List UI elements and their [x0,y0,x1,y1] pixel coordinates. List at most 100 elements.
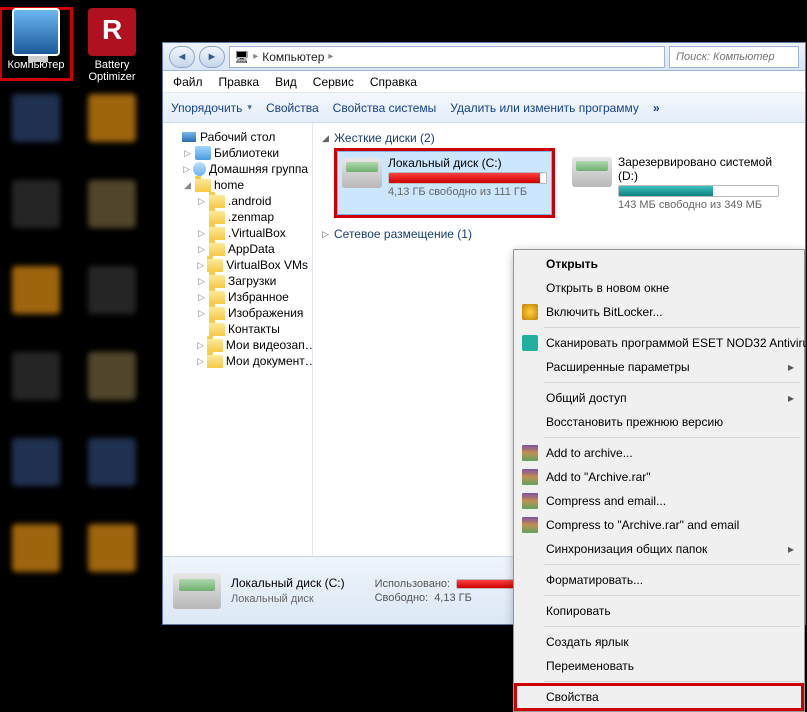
folder-icon [209,195,225,208]
system-properties-button[interactable]: Свойства системы [333,101,437,115]
tree-home[interactable]: ◢home [163,177,312,193]
desktop-icon[interactable] [0,180,72,252]
battery-optimizer-icon [88,8,136,56]
tree-folder[interactable]: ▷.android [163,193,312,209]
separator [544,564,800,565]
desktop-icon-computer[interactable]: Компьютер [0,8,72,80]
breadcrumb-segment[interactable]: Компьютер [262,50,324,64]
folder-icon [207,339,223,352]
tree-folder[interactable]: ▷.VirtualBox [163,225,312,241]
ctx-bitlocker[interactable]: Включить BitLocker... [516,300,802,324]
desktop-icon[interactable] [76,438,148,510]
menu-edit[interactable]: Правка [219,75,260,89]
explorer-window: ◄ ► 🖥 ▸ Компьютер ▸ Файл Правка Вид Серв… [162,42,806,625]
tree-folder[interactable]: .zenmap [163,209,312,225]
tree-libraries[interactable]: ▷Библиотеки [163,145,312,161]
uninstall-button[interactable]: Удалить или изменить программу [450,101,639,115]
ctx-open[interactable]: Открыть [516,252,802,276]
tree-folder[interactable]: ▷VirtualBox VMs [163,257,312,273]
separator [544,626,800,627]
homegroup-icon [193,162,206,176]
icon-label: Battery Optimizer [76,59,148,83]
search-input[interactable] [669,46,799,68]
desktop-icon[interactable] [0,266,72,338]
ctx-restore-previous[interactable]: Восстановить прежнюю версию [516,410,802,434]
ctx-eset-scan[interactable]: Сканировать программой ESET NOD32 Antivi… [516,331,802,355]
desktop-icon [181,131,197,143]
status-subtitle: Локальный диск [231,591,345,607]
tree-desktop[interactable]: Рабочий стол [163,129,312,145]
folder-icon [209,211,225,224]
drive-d[interactable]: Зарезервировано системой (D:) 143 МБ сво… [568,151,783,215]
tree-folder[interactable]: ▷AppData [163,241,312,257]
tree-downloads[interactable]: ▷Загрузки [163,273,312,289]
ctx-add-rar[interactable]: Add to "Archive.rar" [516,465,802,489]
forward-button[interactable]: ► [199,46,225,68]
ctx-open-new-window[interactable]: Открыть в новом окне [516,276,802,300]
navigation-tree: Рабочий стол ▷Библиотеки ▷Домашняя групп… [163,123,313,556]
tree-videos[interactable]: ▷Мои видеозап… [163,337,312,353]
ctx-compress-rar-email[interactable]: Compress to "Archive.rar" and email [516,513,802,537]
folder-icon [209,307,225,320]
menu-view[interactable]: Вид [275,75,297,89]
back-button[interactable]: ◄ [169,46,195,68]
capacity-bar [388,172,547,184]
winrar-icon [522,445,538,461]
ctx-sync-shared[interactable]: Синхронизация общих папок [516,537,802,561]
menu-file[interactable]: Файл [173,75,203,89]
separator [544,382,800,383]
desktop-icon[interactable] [0,438,72,510]
tree-homegroup[interactable]: ▷Домашняя группа [163,161,312,177]
drive-c[interactable]: Локальный диск (C:) 4,13 ГБ свободно из … [337,151,552,215]
separator [544,595,800,596]
ctx-copy[interactable]: Копировать [516,599,802,623]
properties-button[interactable]: Свойства [266,101,319,115]
desktop-icon[interactable] [0,524,72,596]
folder-icon [207,259,223,272]
status-title: Локальный диск (C:) [231,575,345,591]
desktop-icon[interactable] [76,180,148,252]
desktop-icon[interactable] [76,94,148,166]
organize-button[interactable]: Упорядочить [171,101,252,115]
ctx-add-archive[interactable]: Add to archive... [516,441,802,465]
drive-icon [173,573,221,609]
desktop-icon[interactable] [0,352,72,424]
ctx-compress-email[interactable]: Compress and email... [516,489,802,513]
group-network[interactable]: ▷Сетевое размещение (1) [321,223,797,245]
ctx-properties[interactable]: Свойства [516,685,802,709]
desktop-icon[interactable] [0,94,72,166]
tree-favorites[interactable]: ▷Избранное [163,289,312,305]
folder-icon [209,227,225,240]
winrar-icon [522,517,538,533]
toolbar-overflow[interactable]: » [653,101,660,115]
drive-free-text: 4,13 ГБ свободно из 111 ГБ [388,186,547,198]
drive-icon [342,158,382,188]
desktop-icon-battery-optimizer[interactable]: Battery Optimizer [76,8,148,80]
desktop-icon[interactable] [76,352,148,424]
computer-icon: 🖥 [234,50,249,64]
ctx-rename[interactable]: Переименовать [516,654,802,678]
desktop-icon[interactable] [76,266,148,338]
drive-label: Локальный диск (C:) [388,156,547,170]
menu-help[interactable]: Справка [370,75,417,89]
shield-icon [522,304,538,320]
winrar-icon [522,493,538,509]
eset-icon [522,335,538,351]
address-bar[interactable]: 🖥 ▸ Компьютер ▸ [229,46,665,68]
separator [544,327,800,328]
desktop-icon[interactable] [76,524,148,596]
used-label: Использовано: [375,578,451,590]
ctx-format[interactable]: Форматировать... [516,568,802,592]
menu-tools[interactable]: Сервис [313,75,354,89]
tree-pictures[interactable]: ▷Изображения [163,305,312,321]
drive-free-text: 143 МБ свободно из 349 МБ [618,199,779,211]
tree-contacts[interactable]: Контакты [163,321,312,337]
separator [544,437,800,438]
ctx-create-shortcut[interactable]: Создать ярлык [516,630,802,654]
ctx-eset-advanced[interactable]: Расширенные параметры [516,355,802,379]
ctx-share[interactable]: Общий доступ [516,386,802,410]
group-hard-drives[interactable]: ◢Жесткие диски (2) [321,127,797,149]
desktop: Компьютер Battery Optimizer [0,0,160,610]
separator [544,681,800,682]
tree-documents[interactable]: ▷Мои документ… [163,353,312,369]
